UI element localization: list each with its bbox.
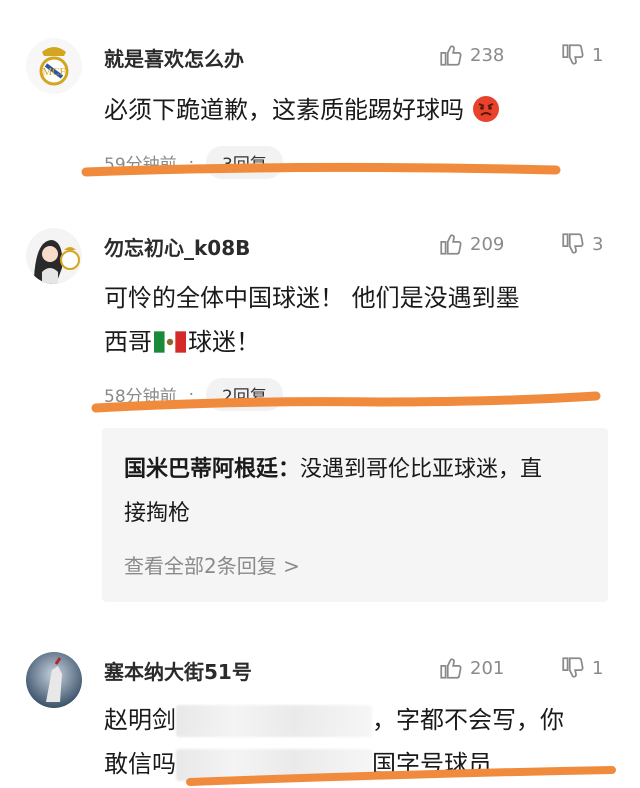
angry-face-icon [472, 96, 499, 122]
thumbs-up-icon [440, 45, 462, 66]
like-button[interactable]: 209 [438, 231, 504, 257]
dislike-count: 1 [592, 657, 604, 679]
dislike-button[interactable]: 1 [560, 655, 603, 681]
avatar[interactable] [26, 652, 82, 708]
comment-text-fragment: 西哥 [104, 328, 152, 356]
like-button[interactable]: 201 [438, 655, 504, 681]
comment-text-fragment: 赵明剑 [104, 706, 176, 734]
avatar[interactable]: MCF [26, 38, 82, 94]
thumbs-up-icon [440, 658, 462, 679]
real-madrid-crest-icon: MCF [26, 38, 82, 94]
svg-text:MCF: MCF [42, 66, 65, 78]
thumbs-down-icon [562, 657, 584, 678]
thumbs-down-icon [562, 44, 584, 65]
comment-text-line: 赵明剑 ，字都不会写，你 [104, 698, 614, 742]
anime-girl-avatar-icon [26, 228, 82, 284]
mexico-flag-icon [154, 331, 186, 353]
like-count: 201 [470, 657, 505, 679]
thumbs-down-icon [562, 233, 584, 254]
comment-text-fragment: ，字都不会写，你 [372, 706, 564, 734]
like-count: 238 [470, 44, 505, 66]
dislike-count: 1 [592, 44, 604, 66]
like-count: 209 [470, 233, 505, 255]
username[interactable]: 就是喜欢怎么办 [104, 43, 244, 72]
comment-text-line: 可怜的全体中国球迷！ 他们是没遇到墨 [104, 284, 520, 312]
orange-underline-annotation [91, 391, 601, 413]
warrior-art-avatar-icon [26, 652, 82, 708]
dislike-button[interactable]: 1 [560, 42, 603, 68]
comment-text-fragment: 球迷！ [188, 328, 260, 356]
dislike-count: 3 [592, 233, 604, 255]
thumbs-up-icon [440, 234, 462, 255]
reply-author[interactable]: 国米巴蒂阿根廷： [124, 457, 300, 482]
reply-preview-text: 国米巴蒂阿根廷：没遇到哥伦比亚球迷，直接掏枪 [124, 448, 564, 536]
dislike-button[interactable]: 3 [560, 231, 603, 257]
orange-underline-annotation [81, 162, 561, 177]
orange-underline-annotation [186, 766, 616, 786]
comment-text: 必须下跪道歉，这素质能踢好球吗 [104, 88, 614, 132]
username[interactable]: 勿忘初心_k08B [104, 232, 250, 261]
reply-preview-box[interactable]: 国米巴蒂阿根廷：没遇到哥伦比亚球迷，直接掏枪 查看全部2条回复 > [102, 428, 608, 602]
blurred-redaction [176, 705, 372, 737]
comment-text: 可怜的全体中国球迷！ 他们是没遇到墨 西哥 球迷！ [104, 276, 614, 364]
avatar[interactable] [26, 228, 82, 284]
like-button[interactable]: 238 [438, 42, 504, 68]
view-all-replies-link[interactable]: 查看全部2条回复 > [124, 550, 300, 579]
comment-text-content: 必须下跪道歉，这素质能踢好球吗 [104, 96, 464, 124]
username[interactable]: 塞本纳大街51号 [104, 656, 252, 685]
comment-text-line: 西哥 球迷！ [104, 320, 614, 364]
